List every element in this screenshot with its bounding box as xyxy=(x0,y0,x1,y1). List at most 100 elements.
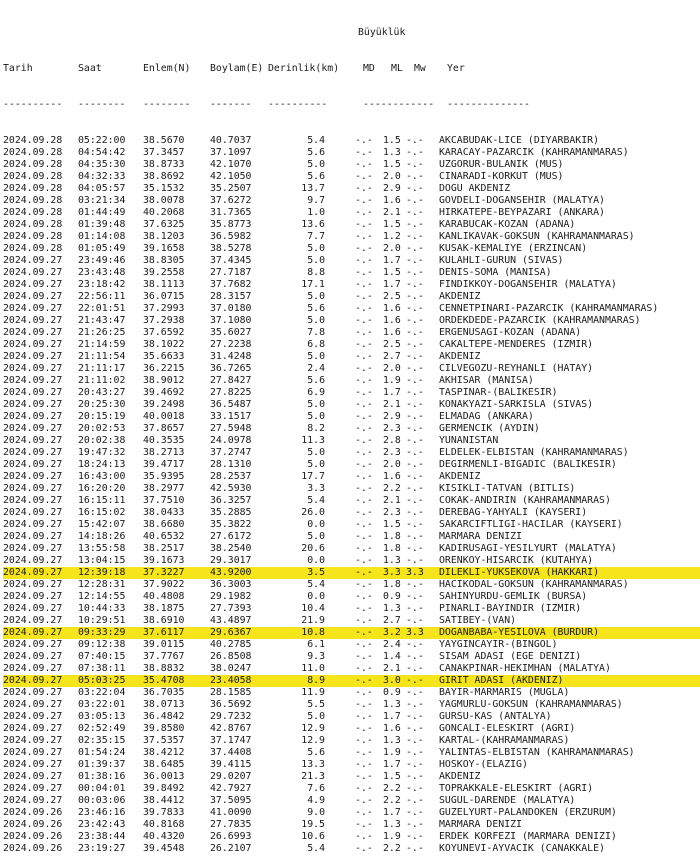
cell-ml: 1.5 xyxy=(383,135,401,146)
cell-time: 01:44:49 xyxy=(78,207,126,218)
event-row: 2024.09.27 21:26:25 37.6592 35.6027 7.8 -.- 1.… xyxy=(3,327,700,339)
event-row: 2024.09.27 01:38:16 36.0013 29.0207 21.3 -.- 1… xyxy=(3,771,700,783)
cell-lon: 43.9200 xyxy=(210,567,252,578)
event-row: 2024.09.27 02:35:15 37.5357 37.1747 12.9 -.- 1… xyxy=(3,735,700,747)
separator-location: -------------- xyxy=(447,99,530,110)
event-row: 2024.09.28 03:21:34 38.0078 37.6272 9.7 -.- 1.… xyxy=(3,195,700,207)
cell-location: TOPRAKKALE-ELESKIRT (AGRI) xyxy=(439,783,594,794)
cell-lon: 35.6027 xyxy=(210,327,252,338)
cell-location: KANLIKAVAK-GOKSUN (KAHRAMANMARAS) xyxy=(439,231,635,242)
cell-depth: 3.5 xyxy=(307,567,325,578)
cell-lon: 37.2747 xyxy=(210,447,252,458)
event-row: 2024.09.27 23:49:46 38.8305 37.4345 5.0 -.- 1.… xyxy=(3,255,700,267)
cell-time: 14:18:26 xyxy=(78,531,126,542)
cell-md: -.- xyxy=(355,735,373,746)
cell-mw: -.- xyxy=(406,795,424,806)
cell-location: TASPINAR-(BALIKESIR) xyxy=(439,387,558,398)
cell-mw: -.- xyxy=(406,663,424,674)
cell-lat: 39.8580 xyxy=(143,723,185,734)
cell-location: GONCALI-ELESKIRT (AGRI) xyxy=(439,723,576,734)
cell-ml: 1.9 xyxy=(383,375,401,386)
cell-location: SISAM ADASI (EGE DENIZI) xyxy=(439,651,582,662)
cell-lat: 39.2558 xyxy=(143,267,185,278)
cell-ml: 2.2 xyxy=(383,483,401,494)
cell-date: 2024.09.27 xyxy=(3,723,63,734)
cell-location: GUZELYURT-PALANDOKEN (ERZURUM) xyxy=(439,807,617,818)
cell-location: GERMENCIK (AYDIN) xyxy=(439,423,540,434)
cell-location: KARABUCAK-KOZAN (ADANA) xyxy=(439,219,576,230)
cell-depth: 19.5 xyxy=(301,819,325,830)
col-header-location: Yer xyxy=(447,63,465,74)
col-header-mw: Mw xyxy=(414,63,426,74)
cell-location: KUSAK-KEMALIYE (ERZINCAN) xyxy=(439,243,588,254)
cell-date: 2024.09.26 xyxy=(3,819,63,830)
cell-time: 20:43:27 xyxy=(78,387,126,398)
cell-lat: 38.1113 xyxy=(143,279,185,290)
cell-date: 2024.09.27 xyxy=(3,375,63,386)
cell-lat: 38.8692 xyxy=(143,171,185,182)
event-row: 2024.09.27 03:22:04 36.7035 28.1585 11.9 -.- 0… xyxy=(3,687,700,699)
cell-lat: 37.6325 xyxy=(143,219,185,230)
cell-ml: 2.7 xyxy=(383,351,401,362)
cell-location: DOGANBABA-YESILOVA (BURDUR) xyxy=(439,627,600,638)
cell-lat: 35.4708 xyxy=(143,675,185,686)
cell-time: 16:15:11 xyxy=(78,495,126,506)
cell-depth: 5.0 xyxy=(307,291,325,302)
cell-lat: 36.0715 xyxy=(143,291,185,302)
cell-mw: -.- xyxy=(406,375,424,386)
cell-location: DOGU AKDENIZ xyxy=(439,183,511,194)
cell-depth: 5.4 xyxy=(307,843,325,854)
cell-time: 13:55:58 xyxy=(78,543,126,554)
col-header-md: MD xyxy=(363,63,375,74)
cell-lat: 38.1022 xyxy=(143,339,185,350)
cell-date: 2024.09.27 xyxy=(3,267,63,278)
cell-lon: 37.4345 xyxy=(210,255,252,266)
cell-depth: 10.8 xyxy=(301,627,325,638)
cell-date: 2024.09.27 xyxy=(3,387,63,398)
cell-location: MARMARA DENIZI xyxy=(439,531,522,542)
cell-mw: -.- xyxy=(406,279,424,290)
cell-location: KONAKYAZI-SARKISLA (SIVAS) xyxy=(439,399,594,410)
cell-depth: 5.6 xyxy=(307,747,325,758)
cell-depth: 9.3 xyxy=(307,651,325,662)
cell-date: 2024.09.27 xyxy=(3,423,63,434)
cell-time: 01:39:37 xyxy=(78,759,126,770)
cell-md: -.- xyxy=(355,351,373,362)
cell-lon: 37.7682 xyxy=(210,279,252,290)
cell-lon: 33.1517 xyxy=(210,411,252,422)
cell-location: CENNETPINARI-PAZARCIK (KAHRAMANMARAS) xyxy=(439,303,659,314)
cell-depth: 4.9 xyxy=(307,795,325,806)
cell-lon: 27.7393 xyxy=(210,603,252,614)
cell-location: YAYGINCAYIR-(BINGOL) xyxy=(439,639,558,650)
cell-depth: 5.4 xyxy=(307,495,325,506)
cell-md: -.- xyxy=(355,267,373,278)
cell-lat: 39.1658 xyxy=(143,243,185,254)
cell-lat: 37.6592 xyxy=(143,327,185,338)
cell-time: 07:40:15 xyxy=(78,651,126,662)
cell-date: 2024.09.27 xyxy=(3,531,63,542)
cell-lat: 40.4320 xyxy=(143,831,185,842)
cell-mw: -.- xyxy=(406,195,424,206)
event-row: 2024.09.26 23:19:27 39.4548 26.2107 5.4 -.- 2.… xyxy=(3,843,700,855)
cell-md: -.- xyxy=(355,135,373,146)
cell-lat: 35.1532 xyxy=(143,183,185,194)
cell-location: DEGIRMENLI-BIGADIC (BALIKESIR) xyxy=(439,459,617,470)
cell-lat: 38.5670 xyxy=(143,135,185,146)
cell-date: 2024.09.27 xyxy=(3,771,63,782)
cell-mw: 3.3 xyxy=(406,567,424,578)
cell-depth: 5.0 xyxy=(307,315,325,326)
cell-date: 2024.09.28 xyxy=(3,219,63,230)
event-row: 2024.09.27 18:24:13 39.4717 28.1310 5.0 -.- 2.… xyxy=(3,459,700,471)
cell-depth: 7.8 xyxy=(307,327,325,338)
cell-location: SATIBEY-(VAN) xyxy=(439,615,517,626)
cell-lat: 38.2977 xyxy=(143,483,185,494)
cell-depth: 5.0 xyxy=(307,459,325,470)
event-row: 2024.09.27 16:43:00 35.9395 28.2537 17.7 -.- 1… xyxy=(3,471,700,483)
cell-ml: 1.5 xyxy=(383,219,401,230)
cell-ml: 3.3 xyxy=(383,567,401,578)
header-separator-row: ---------- -------- -------- ------- -------… xyxy=(3,99,700,111)
cell-lat: 38.9012 xyxy=(143,375,185,386)
cell-lat: 35.9395 xyxy=(143,471,185,482)
cell-time: 04:54:42 xyxy=(78,147,126,158)
cell-ml: 1.6 xyxy=(383,315,401,326)
